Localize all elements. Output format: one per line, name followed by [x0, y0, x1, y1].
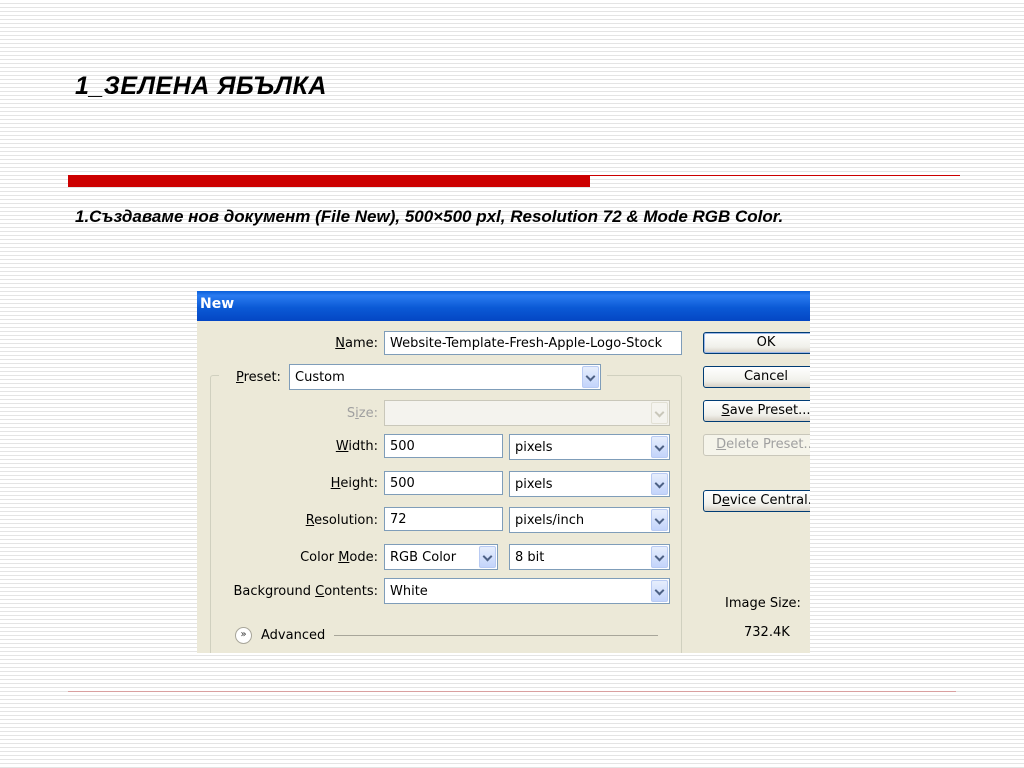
preset-select-value: Custom — [295, 370, 345, 385]
width-unit-select[interactable]: pixels — [509, 434, 670, 460]
footer-rule — [68, 691, 956, 692]
resolution-unit-select[interactable]: pixels/inch — [509, 507, 670, 533]
chevron-down-icon — [585, 371, 596, 382]
background-label-prefix: Background — [233, 584, 316, 599]
preset-label-mnemonic: P — [236, 370, 244, 385]
chevron-down-icon — [654, 514, 665, 525]
save-preset-mnemonic: S — [721, 403, 730, 418]
background-contents-label: Background Contents: — [233, 584, 378, 599]
height-unit-value: pixels — [515, 477, 553, 492]
device-central-label: vice Central... — [729, 493, 810, 508]
size-label: Size: — [347, 406, 378, 421]
title-rule-thin — [590, 175, 960, 176]
width-unit-dropdown-button[interactable] — [651, 436, 668, 458]
ok-button[interactable]: OK — [703, 332, 810, 354]
save-preset-button[interactable]: Save Preset... — [703, 400, 810, 422]
name-label: Name: — [335, 336, 378, 351]
slide-title: 1_ЗЕЛЕНА ЯБЪЛКА — [75, 72, 327, 100]
preset-label: Preset: — [236, 370, 281, 385]
color-mode-value: RGB Color — [390, 550, 457, 565]
delete-preset-button: Delete Preset... — [703, 434, 810, 456]
advanced-divider — [334, 635, 658, 636]
width-unit-value: pixels — [515, 440, 553, 455]
background-contents-value: White — [390, 584, 428, 599]
name-label-text: ame: — [344, 336, 378, 351]
color-mode-label-mnemonic: M — [338, 550, 350, 565]
device-central-button[interactable]: Device Central... — [703, 490, 810, 512]
preset-label-text: reset: — [243, 370, 281, 385]
save-preset-label: ave Preset... — [729, 403, 810, 418]
color-mode-label-prefix: Color — [300, 550, 339, 565]
size-dropdown-button — [651, 402, 668, 424]
advanced-toggle-icon[interactable]: » — [235, 627, 252, 644]
advanced-label[interactable]: Advanced — [261, 628, 325, 643]
delete-preset-mnemonic: D — [716, 437, 727, 452]
chevron-down-icon — [654, 585, 665, 596]
size-label-prefix: S — [346, 406, 356, 421]
image-size-label: Image Size: — [725, 596, 801, 611]
color-mode-dropdown-button[interactable] — [479, 546, 496, 568]
width-label-mnemonic: W — [335, 439, 349, 454]
chevron-down-icon — [482, 551, 493, 562]
color-mode-select[interactable]: RGB Color — [384, 544, 498, 570]
resolution-input[interactable]: 72 — [384, 507, 503, 531]
height-label-text: eight: — [340, 476, 378, 491]
bit-depth-select[interactable]: 8 bit — [509, 544, 670, 570]
image-size-value: 732.4K — [744, 625, 790, 640]
dialog-title: New — [200, 296, 235, 312]
device-central-mnemonic: e — [721, 493, 730, 508]
color-mode-label: Color Mode: — [300, 550, 378, 565]
width-input[interactable]: 500 — [384, 434, 503, 458]
background-contents-select[interactable]: White — [384, 578, 670, 604]
width-label: Width: — [336, 439, 378, 454]
new-document-dialog: New Name: Website-Template-Fresh-Apple-L… — [197, 291, 810, 653]
height-unit-select[interactable]: pixels — [509, 471, 670, 497]
chevron-down-icon — [654, 441, 665, 452]
device-central-prefix: D — [711, 493, 722, 508]
preset-select[interactable]: Custom — [289, 364, 601, 390]
resolution-unit-dropdown-button[interactable] — [651, 509, 668, 531]
color-mode-label-text: ode: — [349, 550, 378, 565]
title-rule-red — [68, 175, 590, 187]
preset-dropdown-button[interactable] — [582, 366, 599, 388]
slide-body-text: 1.Създаваме нов документ (File New), 500… — [75, 207, 784, 226]
resolution-label-text: esolution: — [314, 513, 378, 528]
height-label-mnemonic: H — [330, 476, 341, 491]
width-label-text: idth: — [348, 439, 378, 454]
cancel-button[interactable]: Cancel — [703, 366, 810, 388]
resolution-label: Resolution: — [306, 513, 378, 528]
bit-depth-dropdown-button[interactable] — [651, 546, 668, 568]
background-contents-dropdown-button[interactable] — [651, 580, 668, 602]
name-input[interactable]: Website-Template-Fresh-Apple-Logo-Stock — [384, 331, 682, 355]
background-label-mnemonic: C — [315, 584, 325, 599]
dialog-titlebar[interactable]: New — [197, 291, 810, 321]
height-input[interactable]: 500 — [384, 471, 503, 495]
resolution-label-mnemonic: R — [305, 513, 315, 528]
size-select — [384, 400, 670, 426]
chevron-down-icon — [654, 551, 665, 562]
height-label: Height: — [331, 476, 378, 491]
resolution-unit-value: pixels/inch — [515, 513, 585, 528]
background-label-text: ontents: — [324, 584, 378, 599]
chevron-down-icon — [654, 478, 665, 489]
delete-preset-label: elete Preset... — [726, 437, 810, 452]
name-label-mnemonic: N — [335, 336, 345, 351]
bit-depth-value: 8 bit — [515, 550, 545, 565]
chevron-down-icon — [654, 407, 665, 418]
height-unit-dropdown-button[interactable] — [651, 473, 668, 495]
size-label-text: ze: — [358, 406, 378, 421]
